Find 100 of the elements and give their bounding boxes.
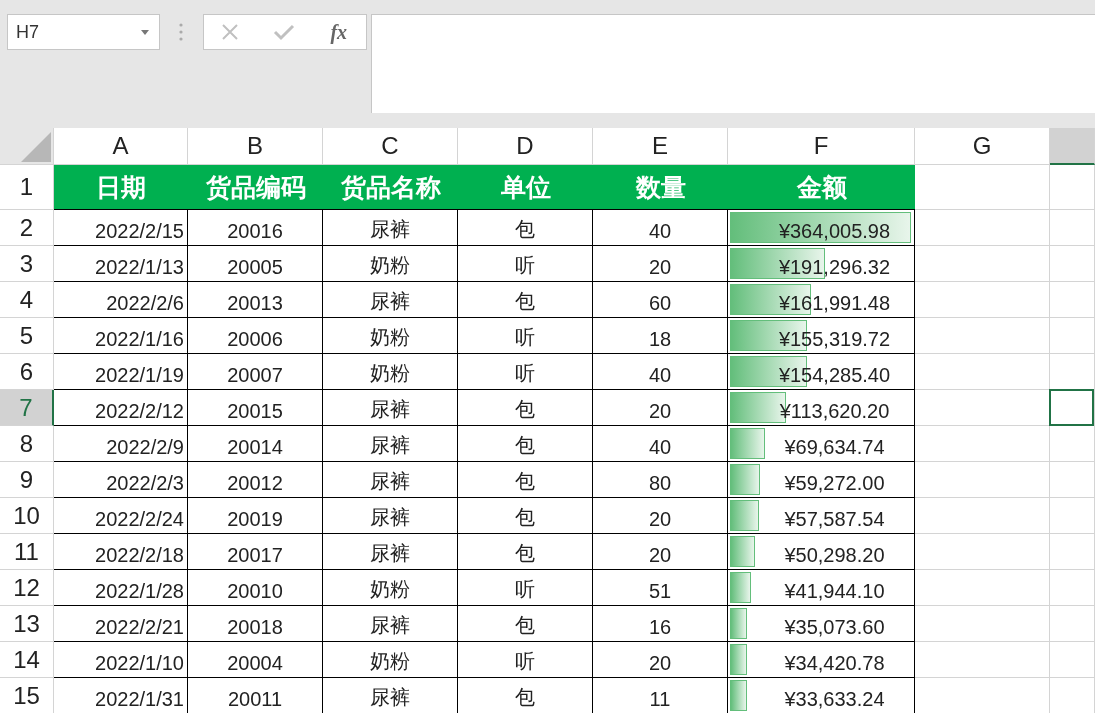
- empty-cell: [1050, 642, 1095, 678]
- amount-text: ¥35,073.60: [784, 616, 885, 639]
- drag-handle-icon[interactable]: [179, 23, 183, 41]
- amount-text: ¥69,634.74: [784, 436, 885, 459]
- table-cell: 20014: [188, 426, 323, 462]
- row-header[interactable]: 14: [0, 642, 54, 678]
- table-cell: 20013: [188, 282, 323, 318]
- table-cell: 20004: [188, 642, 323, 678]
- table-cell: 奶粉: [323, 642, 458, 678]
- table-cell: 听: [458, 354, 593, 390]
- table-cell: 2022/2/12: [54, 390, 188, 426]
- table-cell: 20019: [188, 498, 323, 534]
- header-cell: 货品编码: [188, 165, 323, 210]
- table-cell: 20015: [188, 390, 323, 426]
- table-cell: 20012: [188, 462, 323, 498]
- table-cell: 40: [593, 210, 728, 246]
- empty-cell: [1050, 498, 1095, 534]
- row-header[interactable]: 1: [0, 165, 54, 210]
- table-cell: 包: [458, 390, 593, 426]
- table-cell: 60: [593, 282, 728, 318]
- insert-function-button[interactable]: fx: [328, 20, 350, 44]
- table-cell: 尿裤: [323, 678, 458, 713]
- header-cell: 金额: [728, 165, 915, 210]
- header-cell: 数量: [593, 165, 728, 210]
- table-cell: 20006: [188, 318, 323, 354]
- amount-text: ¥41,944.10: [784, 580, 885, 603]
- row-header[interactable]: 5: [0, 318, 54, 354]
- header-cell: 单位: [458, 165, 593, 210]
- table-cell: 11: [593, 678, 728, 713]
- table-cell: 20: [593, 498, 728, 534]
- empty-cell: [1050, 282, 1095, 318]
- table-cell: 20011: [188, 678, 323, 713]
- amount-text: ¥50,298.20: [784, 544, 885, 567]
- column-header[interactable]: C: [323, 128, 458, 165]
- selected-cell[interactable]: [1049, 389, 1094, 426]
- table-cell: 2022/1/16: [54, 318, 188, 354]
- table-cell: 听: [458, 246, 593, 282]
- table-cell: 2022/2/18: [54, 534, 188, 570]
- table-cell: 听: [458, 318, 593, 354]
- amount-text: ¥59,272.00: [784, 472, 885, 495]
- table-cell: 20018: [188, 606, 323, 642]
- row-header[interactable]: 11: [0, 534, 54, 570]
- amount-text: ¥34,420.78: [784, 652, 885, 675]
- row-header[interactable]: 4: [0, 282, 54, 318]
- table-cell: 包: [458, 426, 593, 462]
- table-cell: 包: [458, 462, 593, 498]
- column-header[interactable]: G: [915, 128, 1050, 165]
- empty-cell: [1050, 606, 1095, 642]
- table-cell: 16: [593, 606, 728, 642]
- name-box[interactable]: H7: [7, 14, 160, 50]
- row-header[interactable]: 12: [0, 570, 54, 606]
- table-cell: 包: [458, 498, 593, 534]
- table-cell: 尿裤: [323, 426, 458, 462]
- empty-cell: [1050, 534, 1095, 570]
- table-cell: 20016: [188, 210, 323, 246]
- check-icon[interactable]: [272, 23, 295, 41]
- amount-text: ¥57,587.54: [784, 508, 885, 531]
- column-header[interactable]: F: [728, 128, 915, 165]
- table-cell: 2022/1/10: [54, 642, 188, 678]
- table-cell: 尿裤: [323, 462, 458, 498]
- column-header[interactable]: [1050, 128, 1095, 165]
- table-cell: 2022/2/9: [54, 426, 188, 462]
- table-cell: 2022/1/28: [54, 570, 188, 606]
- table-cell: 尿裤: [323, 498, 458, 534]
- column-header[interactable]: E: [593, 128, 728, 165]
- column-header[interactable]: B: [188, 128, 323, 165]
- table-cell: 80: [593, 462, 728, 498]
- row-header[interactable]: 2: [0, 210, 54, 246]
- table-cell: 2022/1/13: [54, 246, 188, 282]
- row-header[interactable]: 10: [0, 498, 54, 534]
- row-header[interactable]: 13: [0, 606, 54, 642]
- row-header[interactable]: 8: [0, 426, 54, 462]
- formula-input-field[interactable]: [371, 14, 1095, 113]
- column-header[interactable]: D: [458, 128, 593, 165]
- table-cell: 包: [458, 678, 593, 713]
- table-cell: 51: [593, 570, 728, 606]
- table-cell: 2022/2/24: [54, 498, 188, 534]
- empty-cell: [1050, 210, 1095, 246]
- table-cell: 听: [458, 642, 593, 678]
- table-cell: 20017: [188, 534, 323, 570]
- table-cell: 包: [458, 210, 593, 246]
- table-cell: 40: [593, 354, 728, 390]
- table-cell: 40: [593, 426, 728, 462]
- table-cell: 尿裤: [323, 390, 458, 426]
- row-header[interactable]: 7: [0, 390, 54, 426]
- table-cell: 包: [458, 534, 593, 570]
- table-cell: 20: [593, 534, 728, 570]
- table-cell: 2022/2/3: [54, 462, 188, 498]
- cancel-icon[interactable]: [220, 23, 239, 41]
- table-cell: 20005: [188, 246, 323, 282]
- table-cell: 20: [593, 390, 728, 426]
- table-cell: 20: [593, 642, 728, 678]
- row-header[interactable]: 3: [0, 246, 54, 282]
- table-cell: 2022/1/19: [54, 354, 188, 390]
- select-all-icon[interactable]: [21, 132, 51, 162]
- table-cell: 20007: [188, 354, 323, 390]
- column-header[interactable]: A: [54, 128, 188, 165]
- row-header[interactable]: 9: [0, 462, 54, 498]
- row-header[interactable]: 6: [0, 354, 54, 390]
- table-cell: 2022/2/6: [54, 282, 188, 318]
